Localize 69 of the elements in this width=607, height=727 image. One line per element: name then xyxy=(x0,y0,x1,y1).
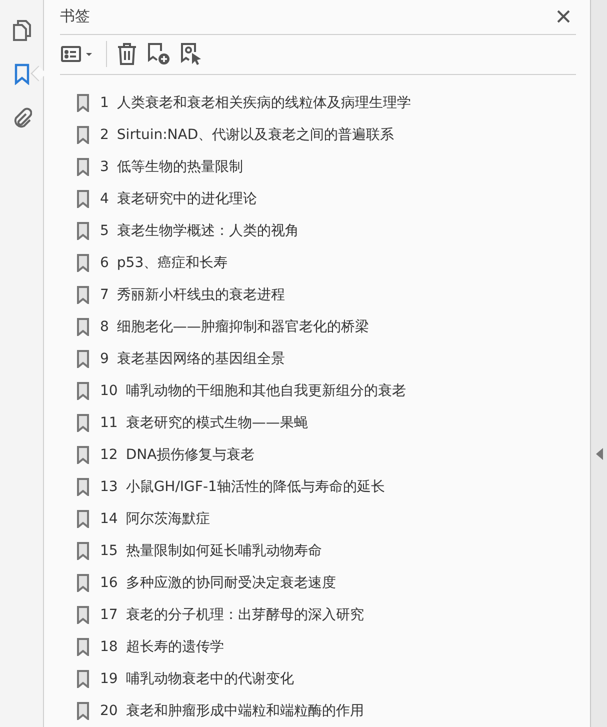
bookmark-icon xyxy=(77,510,89,528)
bookmark-title[interactable]: 衰老研究的模式生物——果蝇 xyxy=(126,414,308,432)
bookmark-title[interactable]: 衰老基因网络的基因组全景 xyxy=(116,350,285,368)
bookmark-icon xyxy=(77,158,89,176)
bookmark-icon xyxy=(77,126,89,144)
bookmark-icon xyxy=(77,478,89,496)
bookmark-title[interactable]: DNA损伤修复与衰老 xyxy=(126,446,255,464)
add-bookmark-icon[interactable] xyxy=(147,42,171,66)
bookmark-title[interactable]: 衰老研究中的进化理论 xyxy=(116,190,257,208)
bookmark-icon xyxy=(77,446,89,464)
bookmark-icon xyxy=(77,702,89,720)
bookmark-title[interactable]: 小鼠GH/IGF-1轴活性的降低与寿命的延长 xyxy=(126,478,385,496)
bookmark-number: 4 xyxy=(100,191,109,207)
bookmark-icon xyxy=(77,254,89,272)
bookmark-icon xyxy=(77,382,89,400)
bookmark-number: 16 xyxy=(100,575,118,591)
bookmark-number: 7 xyxy=(100,287,109,303)
bookmark-icon xyxy=(77,222,89,240)
close-icon[interactable] xyxy=(557,10,570,24)
bookmark-title[interactable]: 哺乳动物衰老中的代谢变化 xyxy=(126,670,294,688)
bookmark-title[interactable]: Sirtuin:NAD、代谢以及衰老之间的普遍联系 xyxy=(116,126,394,144)
bookmark-number: 17 xyxy=(100,607,118,623)
bookmark-number: 19 xyxy=(100,671,118,687)
bookmark-number: 9 xyxy=(100,351,109,367)
bookmark-number: 20 xyxy=(100,703,118,719)
bookmark-title[interactable]: 低等生物的热量限制 xyxy=(116,158,243,176)
bookmark-title[interactable]: 阿尔茨海默症 xyxy=(126,510,210,528)
panel-title: 书签 xyxy=(60,7,90,26)
bookmark-title[interactable]: 衰老的分子机理：出芽酵母的深入研究 xyxy=(126,606,364,624)
find-bookmark-icon[interactable] xyxy=(181,42,203,66)
bookmark-icon xyxy=(77,670,89,688)
bookmark-title[interactable]: 人类衰老和衰老相关疾病的线粒体及病理生理学 xyxy=(116,94,411,112)
collapse-icon[interactable] xyxy=(596,448,602,460)
trash-icon[interactable] xyxy=(117,43,137,66)
bookmark-title[interactable]: 热量限制如何延长哺乳动物寿命 xyxy=(126,542,322,560)
bookmark-number: 1 xyxy=(100,95,109,111)
bookmark-number: 12 xyxy=(100,447,118,463)
bookmark-number: 15 xyxy=(100,543,118,559)
bookmark-icon xyxy=(77,542,89,560)
bookmark-title[interactable]: p53、癌症和长寿 xyxy=(116,254,228,272)
bookmark-icon xyxy=(77,318,89,336)
bookmark-title[interactable]: 衰老生物学概述：人类的视角 xyxy=(116,222,299,240)
bookmark-icon xyxy=(77,94,89,112)
bookmark-icon xyxy=(77,574,89,592)
bookmark-icon xyxy=(77,638,89,656)
bookmark-number: 13 xyxy=(100,479,118,495)
bookmark-title[interactable]: 秀丽新小杆线虫的衰老进程 xyxy=(116,286,285,304)
bookmark-title[interactable]: 衰老和肿瘤形成中端粒和端粒酶的作用 xyxy=(126,702,364,720)
bookmark-title[interactable]: 哺乳动物的干细胞和其他自我更新组分的衰老 xyxy=(126,382,406,400)
bookmark-number: 14 xyxy=(100,511,118,527)
bookmark-number: 10 xyxy=(100,383,118,399)
bookmark-title[interactable]: 多种应激的协同耐受决定衰老速度 xyxy=(126,574,336,592)
bookmark-icon xyxy=(77,414,89,432)
bookmark-icon xyxy=(77,286,89,304)
bookmark-title[interactable]: 细胞老化——肿瘤抑制和器官老化的桥梁 xyxy=(116,318,369,336)
bookmark-number: 6 xyxy=(100,255,109,271)
bookmark-number: 11 xyxy=(100,415,118,431)
bookmark-number: 2 xyxy=(100,127,109,143)
bookmark-icon xyxy=(77,190,89,208)
pages-icon[interactable] xyxy=(12,19,32,41)
bookmark-icon xyxy=(77,350,89,368)
bookmark-number: 5 xyxy=(100,223,109,239)
paperclip-icon[interactable] xyxy=(12,107,32,129)
bookmark-icon xyxy=(77,606,89,624)
bookmark-number: 3 xyxy=(100,159,109,175)
bookmark-icon[interactable] xyxy=(14,63,30,85)
bookmark-number: 8 xyxy=(100,319,109,335)
bookmark-number: 18 xyxy=(100,639,118,655)
bookmark-title[interactable]: 超长寿的遗传学 xyxy=(126,638,224,656)
